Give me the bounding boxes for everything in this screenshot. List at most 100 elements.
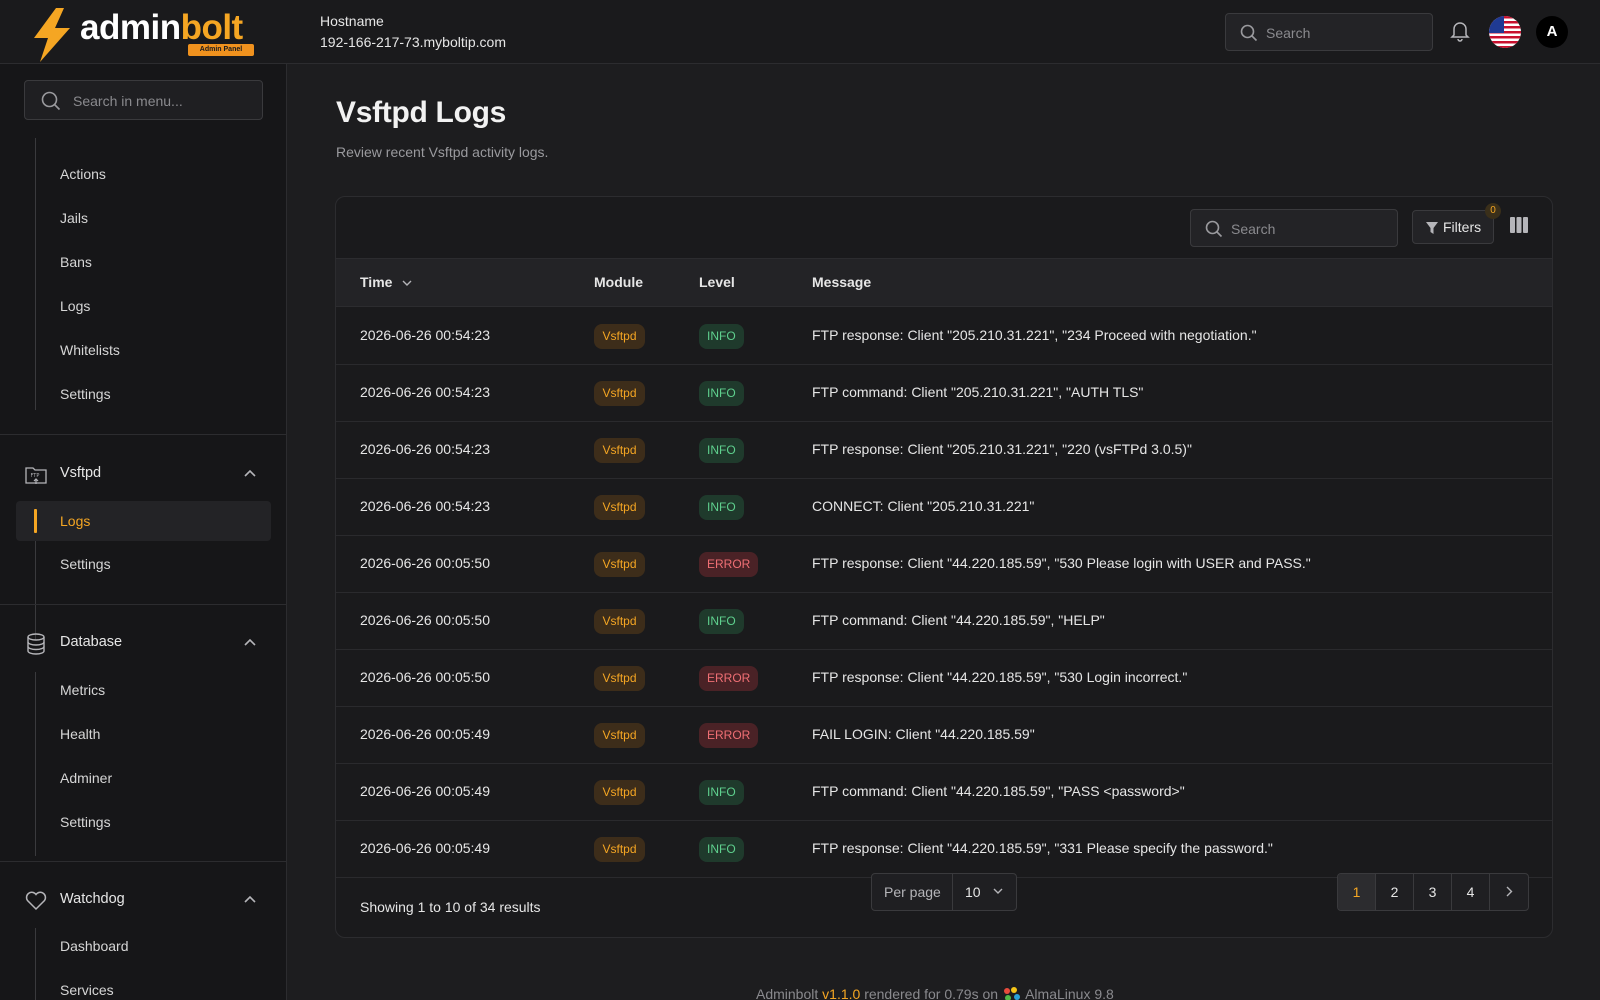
chevron-up-icon[interactable]	[244, 895, 256, 903]
table-row[interactable]: 2026-06-26 00:05:49 Vsftpd ERROR FAIL LOGIN…	[336, 707, 1552, 764]
chevron-up-icon[interactable]	[244, 469, 256, 477]
table-row[interactable]: 2026-06-26 00:05:49 Vsftpd INFO FTP command…	[336, 764, 1552, 821]
sidebar-item-bans[interactable]: Bans	[60, 252, 92, 272]
table-row[interactable]: 2026-06-26 00:05:49 Vsftpd INFO FTP respons…	[336, 821, 1552, 878]
row-message: FTP response: Client "44.220.185.59", "3…	[812, 840, 1273, 856]
level-badge: ERROR	[699, 666, 759, 691]
language-flag-us-icon[interactable]	[1489, 16, 1521, 48]
filters-count-badge: 0	[1485, 203, 1501, 219]
chevron-up-icon[interactable]	[244, 638, 256, 646]
row-time: 2026-06-26 00:05:50	[360, 612, 490, 628]
search-icon	[1240, 24, 1258, 42]
module-badge: Vsftpd	[594, 609, 645, 634]
sidebar-item-logs[interactable]: Logs	[60, 296, 90, 316]
global-search[interactable]	[1225, 13, 1433, 51]
chevron-right-icon	[1506, 886, 1512, 897]
table-row[interactable]: 2026-06-26 00:05:50 Vsftpd ERROR FTP respon…	[336, 536, 1552, 593]
sidebar-item-metrics[interactable]: Metrics	[60, 680, 105, 700]
tree-line	[35, 928, 36, 1000]
table-search-input[interactable]	[1231, 219, 1391, 239]
per-page-select[interactable]: Per page 10	[871, 873, 1017, 911]
adminbolt-logo[interactable]: adminbolt Admin Panel	[30, 6, 262, 62]
user-avatar[interactable]: A	[1536, 16, 1568, 48]
menu-search[interactable]	[24, 80, 263, 120]
tree-line	[35, 138, 36, 410]
sidebar-section-database[interactable]: Database	[0, 628, 286, 660]
table-row[interactable]: 2026-06-26 00:05:50 Vsftpd ERROR FTP respon…	[336, 650, 1552, 707]
sidebar-item-health[interactable]: Health	[60, 724, 100, 744]
footer: Adminbolt v1.1.0 rendered for 0.79s on A…	[756, 986, 1114, 1000]
level-badge: ERROR	[699, 552, 759, 577]
table-row[interactable]: 2026-06-26 00:54:23 Vsftpd INFO CONNECT: Cl…	[336, 479, 1552, 536]
hostname-block: Hostname 192-166-217-73.myboltip.com	[320, 12, 506, 52]
row-time: 2026-06-26 00:54:23	[360, 498, 490, 514]
active-indicator	[34, 509, 37, 533]
column-header-module: Module	[594, 274, 643, 290]
search-icon	[1205, 220, 1223, 238]
row-time: 2026-06-26 00:05:49	[360, 726, 490, 742]
divider	[0, 434, 286, 435]
footer-brand: Adminbolt	[756, 986, 819, 1000]
row-message: FTP response: Client "44.220.185.59", "5…	[812, 669, 1188, 685]
row-message: FAIL LOGIN: Client "44.220.185.59"	[812, 726, 1035, 742]
filters-button[interactable]: Filters	[1412, 210, 1494, 244]
per-page-label: Per page	[884, 884, 941, 900]
columns-toggle-icon[interactable]	[1510, 217, 1528, 233]
divider	[0, 861, 286, 862]
divider	[0, 604, 286, 605]
divider	[952, 874, 953, 910]
sort-chevron-down-icon	[402, 280, 412, 286]
notifications-bell-icon[interactable]	[1450, 20, 1470, 42]
module-badge: Vsftpd	[594, 723, 645, 748]
sidebar-item-services[interactable]: Services	[60, 980, 114, 1000]
table-row[interactable]: 2026-06-26 00:54:23 Vsftpd INFO FTP respons…	[336, 308, 1552, 365]
bolt-logo-icon	[34, 8, 70, 62]
level-badge: ERROR	[699, 723, 759, 748]
row-time: 2026-06-26 00:54:23	[360, 327, 490, 343]
almalinux-logo-icon	[1003, 987, 1020, 1000]
level-badge: INFO	[699, 381, 744, 406]
sidebar-item-jails[interactable]: Jails	[60, 208, 88, 228]
table-row[interactable]: 2026-06-26 00:05:50 Vsftpd INFO FTP command…	[336, 593, 1552, 650]
table-row[interactable]: 2026-06-26 00:54:23 Vsftpd INFO FTP command…	[336, 365, 1552, 422]
ftp-folder-icon: FTP	[25, 467, 47, 484]
page-button-4[interactable]: 4	[1452, 874, 1490, 910]
sidebar-section-watchdog[interactable]: Watchdog	[0, 885, 286, 917]
sidebar-item-settings[interactable]: Settings	[60, 384, 111, 404]
column-header-message: Message	[812, 274, 872, 290]
logs-table-card: Filters 0 Time Module Level Message 2026…	[335, 196, 1553, 938]
row-message: FTP response: Client "44.220.185.59", "5…	[812, 555, 1311, 571]
row-time: 2026-06-26 00:05:50	[360, 555, 490, 571]
sidebar-item-dashboard[interactable]: Dashboard	[60, 936, 129, 956]
sidebar-section-vsftpd[interactable]: FTP Vsftpd	[0, 459, 286, 491]
menu-search-input[interactable]	[73, 91, 253, 111]
row-message: CONNECT: Client "205.210.31.221"	[812, 498, 1035, 514]
row-message: FTP response: Client "205.210.31.221", "…	[812, 327, 1257, 343]
row-time: 2026-06-26 00:54:23	[360, 384, 490, 400]
row-message: FTP response: Client "205.210.31.221", "…	[812, 441, 1192, 457]
next-page-button[interactable]	[1490, 874, 1528, 910]
global-search-input[interactable]	[1266, 23, 1426, 43]
page-button-2[interactable]: 2	[1376, 874, 1414, 910]
sidebar: Actions Jails Bans Logs Whitelists Setti…	[0, 64, 287, 1000]
page-button-3[interactable]: 3	[1414, 874, 1452, 910]
table-search[interactable]	[1190, 209, 1398, 247]
heart-icon	[25, 891, 47, 911]
sidebar-item-adminer[interactable]: Adminer	[60, 768, 112, 788]
footer-os: AlmaLinux 9.8	[1025, 986, 1114, 1000]
sidebar-item-actions[interactable]: Actions	[60, 164, 106, 184]
sidebar-item-vsftpd-settings[interactable]: Settings	[60, 554, 111, 574]
column-header-time[interactable]: Time	[360, 274, 412, 290]
logo-badge: Admin Panel	[188, 44, 254, 56]
sidebar-item-vsftpd-logs[interactable]: Logs	[60, 511, 90, 531]
page-button-1[interactable]: 1	[1338, 874, 1376, 910]
row-time: 2026-06-26 00:05:49	[360, 840, 490, 856]
sidebar-item-whitelists[interactable]: Whitelists	[60, 340, 120, 360]
per-page-value: 10	[965, 884, 981, 900]
level-badge: INFO	[699, 438, 744, 463]
table-row[interactable]: 2026-06-26 00:54:23 Vsftpd INFO FTP respons…	[336, 422, 1552, 479]
column-header-level: Level	[699, 274, 735, 290]
footer-version[interactable]: v1.1.0	[822, 986, 860, 1000]
database-icon	[27, 633, 45, 655]
sidebar-item-database-settings[interactable]: Settings	[60, 812, 111, 832]
